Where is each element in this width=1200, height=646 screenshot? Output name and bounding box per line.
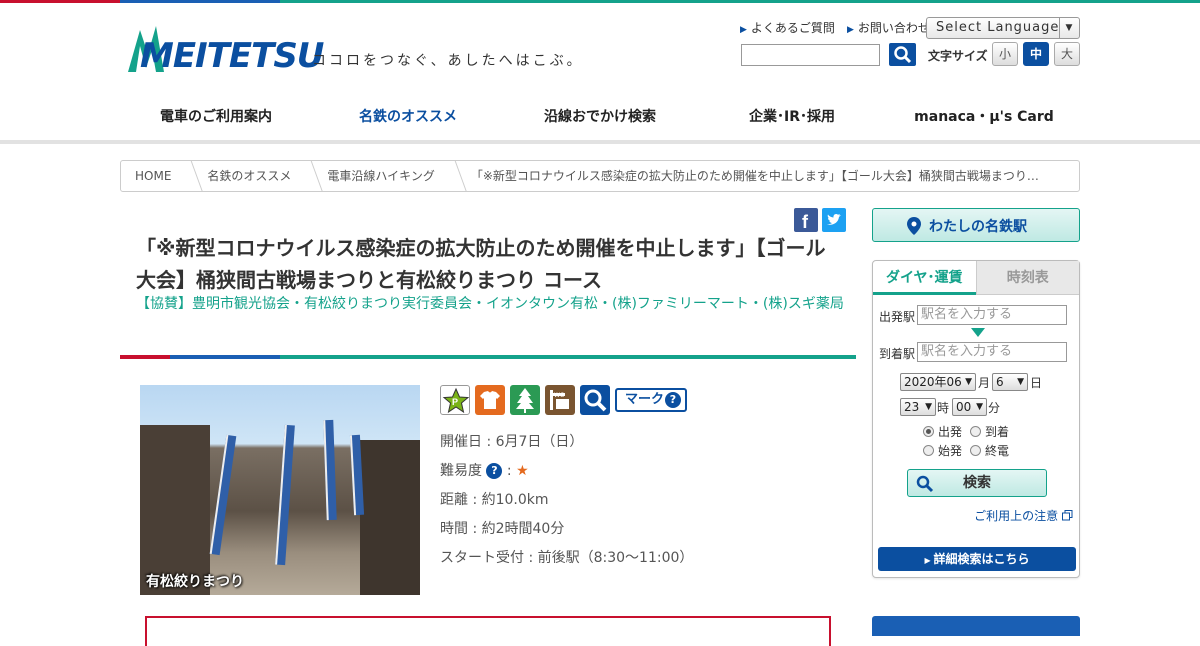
radio-arrive[interactable]: 到着 bbox=[970, 423, 1009, 440]
search-icon bbox=[894, 46, 912, 64]
cancellation-notice-box bbox=[145, 616, 831, 646]
meitetsu-logo[interactable]: MEITETSU bbox=[126, 24, 324, 76]
breadcrumb-hiking[interactable]: 電車沿線ハイキング bbox=[311, 161, 454, 191]
page-title: 「※新型コロナウイルス感染症の拡大防止のため開催を中止します」【ゴール大会】桶狭… bbox=[136, 236, 826, 292]
route-search-button[interactable]: 検索 bbox=[907, 469, 1047, 497]
svg-text:f: f bbox=[802, 212, 809, 232]
breadcrumb-recommend[interactable]: 名鉄のオススメ bbox=[191, 161, 311, 191]
triangle-right-icon: ▶ bbox=[846, 25, 854, 35]
chevron-down-icon: ▼ bbox=[1017, 377, 1024, 387]
radio-last[interactable]: 終電 bbox=[970, 442, 1009, 459]
course-info: 開催日 : 6月7日（日） 難易度 ? : ★ 距離 : 約10.0km 時間 … bbox=[440, 432, 693, 577]
font-size-medium-button[interactable]: 中 bbox=[1023, 42, 1049, 66]
photo-caption: 有松絞りまつり bbox=[146, 574, 244, 590]
font-size-small-button[interactable]: 小 bbox=[992, 42, 1018, 66]
radio-dot bbox=[970, 445, 981, 456]
radio-dot bbox=[923, 445, 934, 456]
map-pin-icon bbox=[907, 217, 921, 235]
route-search-panel: ダイヤ･運賃 時刻表 出発駅 駅名を入力する 到着駅 駅名を入力する 2020年… bbox=[872, 260, 1080, 578]
swap-arrow-icon bbox=[971, 328, 985, 337]
caution-link[interactable]: ご利用上の注意 bbox=[974, 507, 1073, 524]
top-accent-bar bbox=[0, 0, 1200, 3]
radio-first[interactable]: 始発 bbox=[923, 442, 962, 459]
tree-icon bbox=[510, 385, 540, 415]
to-station-input[interactable]: 駅名を入力する bbox=[917, 342, 1067, 362]
chevron-down-icon: ▼ bbox=[976, 402, 983, 412]
nav-outing-search[interactable]: 沿線おでかけ検索 bbox=[504, 88, 696, 144]
tagline: ココロをつなぐ、あしたへはこぶ。 bbox=[312, 53, 584, 69]
sponsor-text: 【協賛】豊明市観光協会・有松絞りまつり実行委員会・イオンタウン有松・(株)ファミ… bbox=[136, 296, 844, 312]
mark-legend-button[interactable]: マーク ? bbox=[615, 388, 687, 412]
breadcrumb: HOME 名鉄のオススメ 電車沿線ハイキング 「※新型コロナウイルス感染症の拡大… bbox=[120, 160, 1080, 192]
distance: 距離 : 約10.0km bbox=[440, 492, 549, 508]
question-icon[interactable]: ? bbox=[486, 463, 503, 479]
radio-depart[interactable]: 出発 bbox=[923, 423, 962, 440]
facebook-share-button[interactable]: f bbox=[794, 208, 818, 232]
twitter-icon bbox=[827, 214, 841, 225]
facebook-icon: f bbox=[802, 212, 809, 232]
logo-text: MEITETSU bbox=[140, 36, 324, 76]
duration: 時間 : 約2時間40分 bbox=[440, 521, 565, 537]
external-link-icon bbox=[1062, 510, 1073, 521]
twitter-share-button[interactable] bbox=[822, 208, 846, 232]
nav-divider bbox=[0, 140, 1200, 144]
title-underline bbox=[120, 355, 856, 359]
difficulty-row: 難易度 ? : ★ bbox=[440, 463, 529, 479]
nav-manaca[interactable]: manaca・μ's Card bbox=[888, 88, 1080, 144]
course-photo: 有松絞りまつり bbox=[140, 385, 420, 595]
course-icons: P WC マーク ? bbox=[440, 385, 687, 415]
month-unit: 月 bbox=[978, 376, 991, 390]
chevron-down-icon: ▼ bbox=[925, 402, 932, 412]
toilet-icon: WC bbox=[545, 385, 575, 415]
start-reception: スタート受付 : 前後駅（8:30～11:00） bbox=[440, 550, 694, 566]
global-nav: 電車のご利用案内 名鉄のオススメ 沿線おでかけ検索 企業･IR･採用 manac… bbox=[120, 88, 1080, 144]
hour-unit: 時 bbox=[937, 401, 950, 415]
svg-text:WC: WC bbox=[554, 392, 564, 399]
to-station-row: 到着駅 駅名を入力する bbox=[879, 342, 1067, 362]
difficulty-stars: ★ bbox=[516, 463, 529, 479]
breadcrumb-current: 「※新型コロナウイルス感染症の拡大防止のため開催を中止します」【ゴール大会】桶狭… bbox=[470, 169, 1039, 183]
font-size-large-button[interactable]: 大 bbox=[1054, 42, 1080, 66]
nav-train-guide[interactable]: 電車のご利用案内 bbox=[120, 88, 312, 144]
parking-star-icon: P bbox=[440, 385, 470, 415]
sidebar-next-panel bbox=[872, 616, 1080, 636]
chevron-down-icon: ▼ bbox=[1059, 18, 1079, 38]
hour-select[interactable]: 23 ▼ bbox=[900, 398, 936, 416]
svg-text:P: P bbox=[452, 397, 458, 407]
minute-select[interactable]: 00 ▼ bbox=[952, 398, 987, 416]
utility-links: ▶ よくあるご質問 ▶ お問い合わせ bbox=[740, 19, 930, 36]
minute-unit: 分 bbox=[988, 401, 1001, 415]
faq-link[interactable]: ▶ よくあるご質問 bbox=[740, 19, 835, 36]
chevron-down-icon: ▼ bbox=[965, 377, 972, 387]
shirt-icon bbox=[475, 385, 505, 415]
question-icon: ? bbox=[665, 392, 681, 408]
site-search-button[interactable] bbox=[889, 43, 916, 66]
breadcrumb-home[interactable]: HOME bbox=[121, 161, 191, 191]
year-month-select[interactable]: 2020年06 ▼ bbox=[900, 373, 976, 391]
tab-fare[interactable]: ダイヤ･運賃 bbox=[873, 261, 976, 295]
font-size-label: 文字サイズ bbox=[928, 49, 988, 63]
site-search-input[interactable] bbox=[741, 44, 880, 66]
nav-corporate[interactable]: 企業･IR･採用 bbox=[696, 88, 888, 144]
nav-recommend[interactable]: 名鉄のオススメ bbox=[312, 88, 504, 144]
tab-timetable[interactable]: 時刻表 bbox=[975, 261, 1079, 295]
radio-dot bbox=[970, 426, 981, 437]
language-select[interactable]: Select Language ▼ bbox=[926, 17, 1080, 39]
from-station-row: 出発駅 駅名を入力する bbox=[879, 305, 1067, 325]
event-date: 開催日 : 6月7日（日） bbox=[440, 434, 584, 450]
my-station-button[interactable]: わたしの名鉄駅 bbox=[872, 208, 1080, 242]
day-unit: 日 bbox=[1030, 376, 1043, 390]
radio-dot bbox=[923, 426, 934, 437]
day-select[interactable]: 6 ▼ bbox=[992, 373, 1028, 391]
triangle-right-icon: ▶ bbox=[740, 25, 747, 35]
contact-link[interactable]: ▶ お問い合わせ bbox=[847, 19, 930, 36]
from-station-input[interactable]: 駅名を入力する bbox=[917, 305, 1067, 325]
search-icon bbox=[916, 475, 934, 493]
search-icon bbox=[580, 385, 610, 415]
detail-search-button[interactable]: ▶ 詳細検索はこちら bbox=[878, 547, 1076, 571]
